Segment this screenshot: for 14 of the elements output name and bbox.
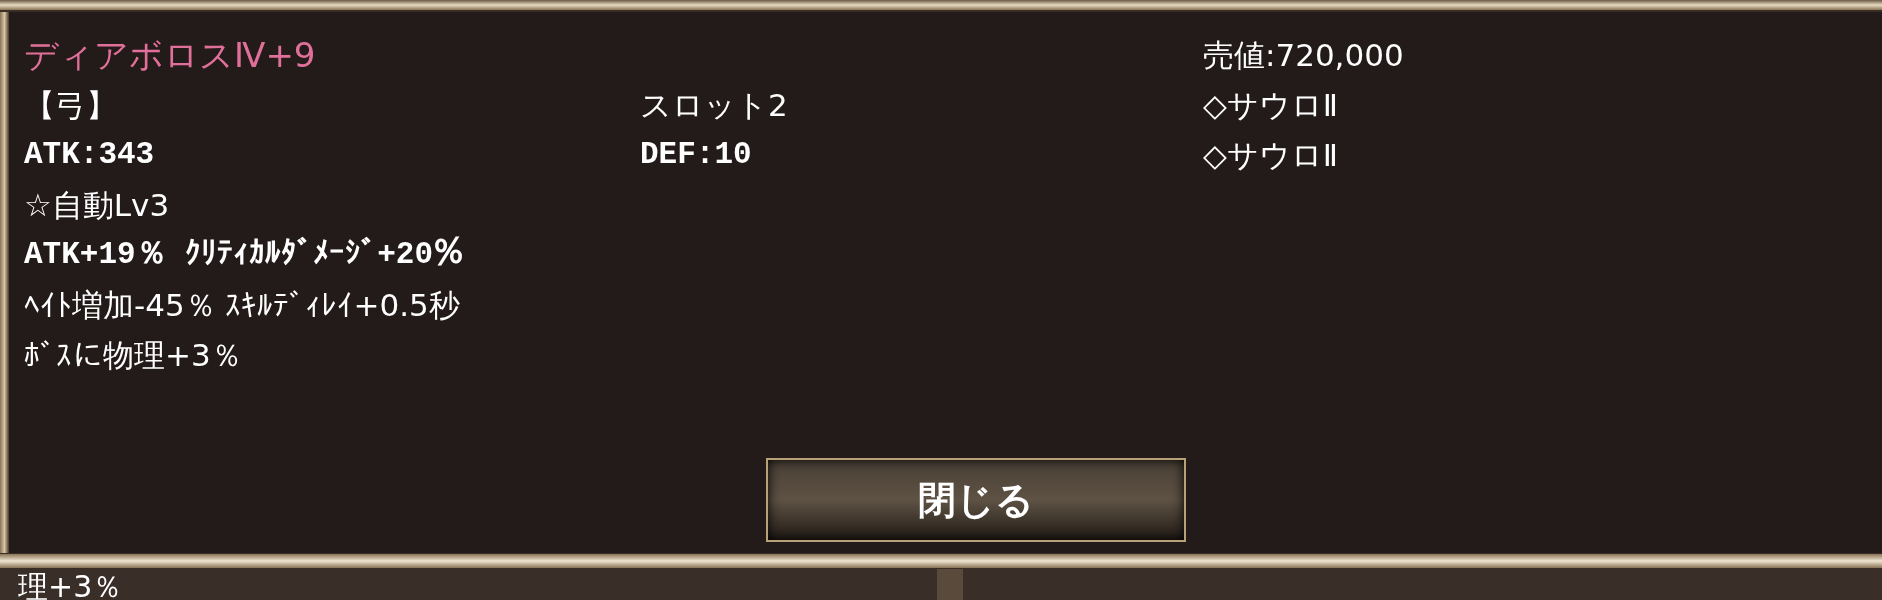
item-stat-line: ☆自動Lv3 <box>24 186 170 225</box>
slot-line: ◇サウロⅡ <box>1203 86 1339 125</box>
item-name: ディアボロスⅣ+9 <box>24 34 316 77</box>
item-stat-line: ﾍｲﾄ増加-45％ ｽｷﾙﾃﾞｨﾚｲ+0.5秒 <box>24 286 460 325</box>
item-stat-line: ATK:343 <box>24 136 155 174</box>
item-stat-line: スロット2 <box>640 86 788 125</box>
sell-price: 売値:720,000 <box>1203 36 1404 75</box>
close-button[interactable]: 閉じる <box>766 458 1186 542</box>
item-stat-line: ﾎﾞｽに物理+3％ <box>24 336 242 375</box>
slot-line: ◇サウロⅡ <box>1203 136 1339 175</box>
item-stat-line: DEF:10 <box>640 136 752 174</box>
item-stat-line: ATK+19％ ｸﾘﾃｨｶﾙﾀﾞﾒｰｼﾞ+20％ <box>24 236 465 274</box>
item-stat-line: 【弓】 <box>24 86 117 125</box>
background-text: 理+3％ <box>18 569 123 600</box>
